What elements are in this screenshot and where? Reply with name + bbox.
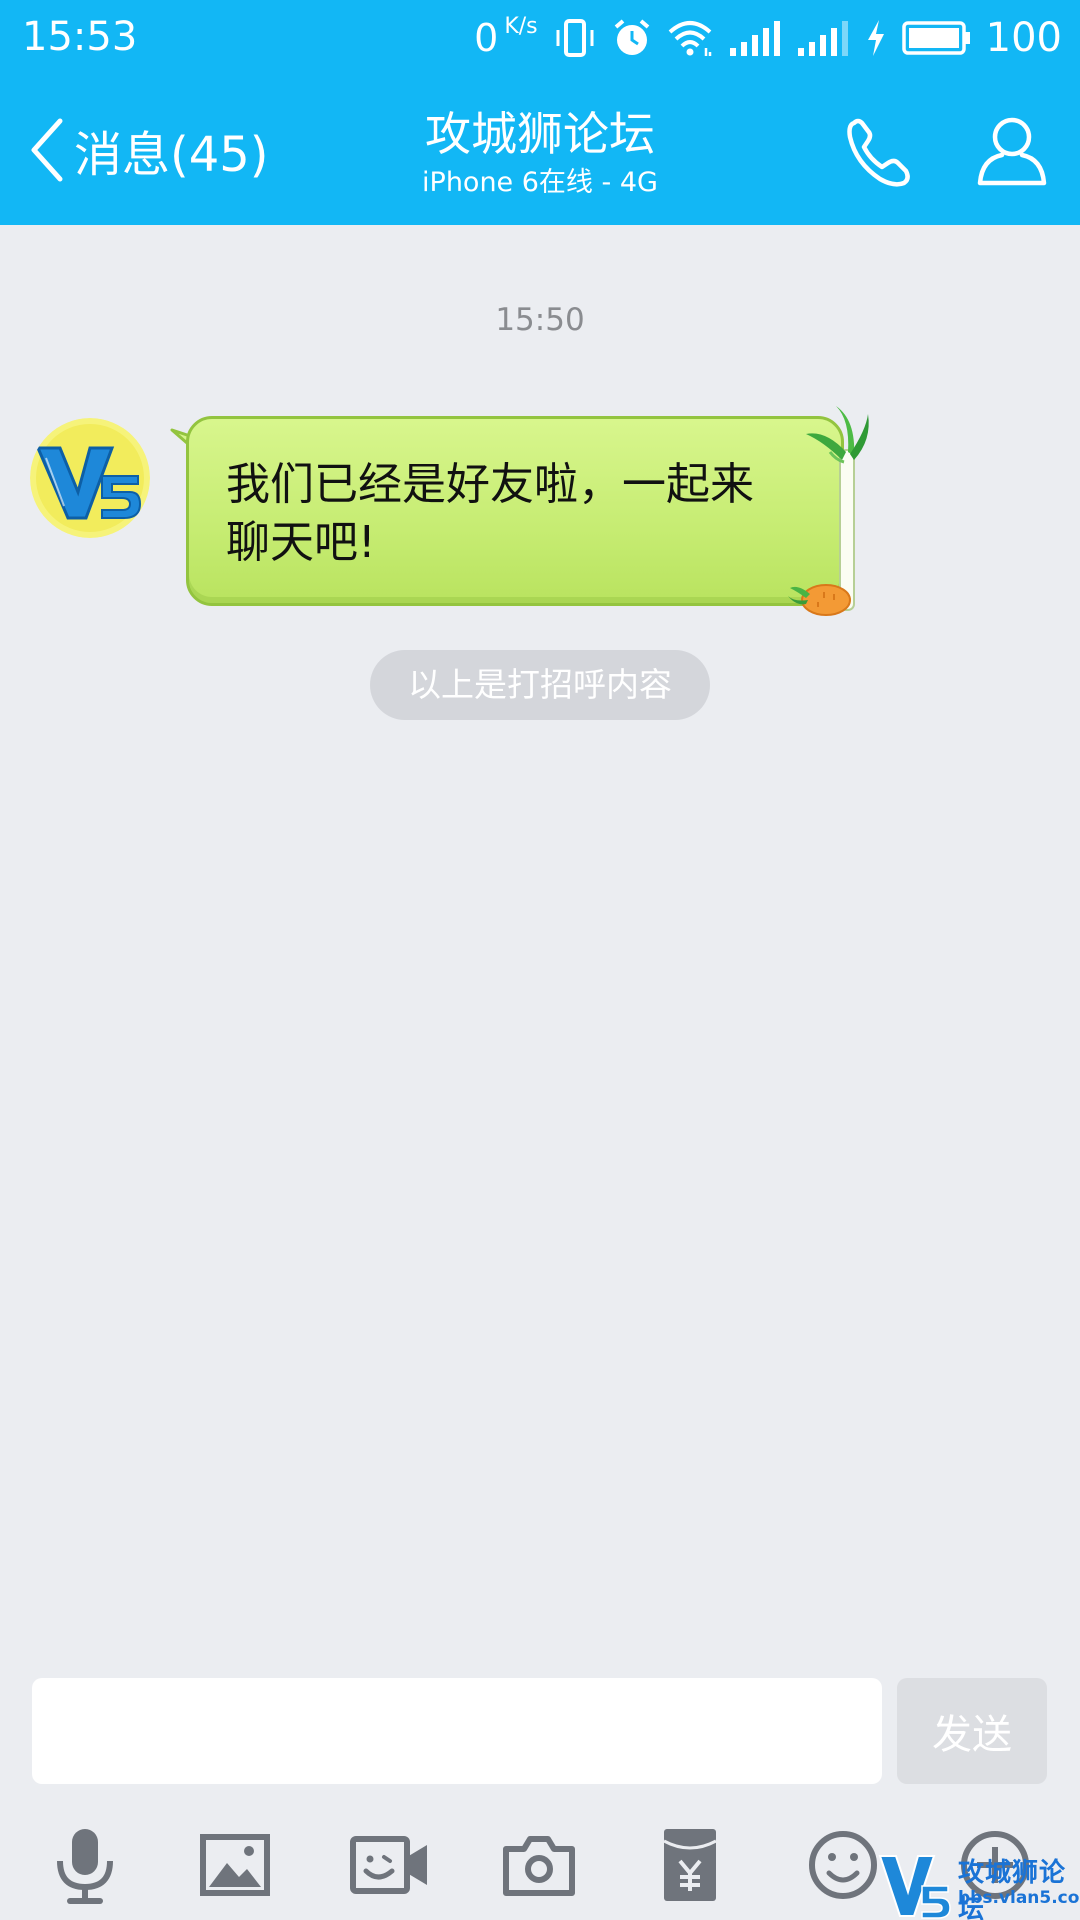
person-icon bbox=[977, 117, 1047, 186]
signal-1-icon bbox=[729, 20, 780, 56]
video-call-button[interactable] bbox=[345, 1820, 435, 1910]
video-call-icon bbox=[350, 1836, 427, 1894]
message-bubble[interactable]: 我们已经是好友啦，一起来聊天吧! bbox=[166, 400, 876, 620]
charging-icon bbox=[867, 19, 884, 56]
watermark-url: bbs.vlan5.com bbox=[958, 1888, 1080, 1908]
message-input[interactable] bbox=[32, 1678, 882, 1784]
v5-watermark-logo bbox=[878, 1855, 951, 1919]
red-packet-icon bbox=[663, 1829, 717, 1901]
vibrate-icon bbox=[556, 18, 594, 57]
emoji-icon bbox=[809, 1831, 877, 1899]
camera-icon bbox=[503, 1836, 575, 1896]
emoji-button[interactable] bbox=[798, 1820, 888, 1910]
phone-icon bbox=[847, 118, 910, 187]
network-speed: 0 K/s bbox=[474, 13, 538, 60]
carrot-decoration-icon bbox=[788, 584, 851, 616]
online-status: iPhone 6在线 - 4G bbox=[422, 167, 658, 198]
signal-2-icon bbox=[797, 20, 848, 56]
profile-button[interactable] bbox=[972, 111, 1052, 191]
status-indicators: 0 K/s 100 bbox=[474, 10, 1062, 65]
avatar[interactable] bbox=[30, 418, 150, 538]
battery-icon bbox=[901, 20, 970, 55]
message-timestamp: 15:50 bbox=[495, 302, 585, 338]
back-button[interactable]: 消息(45) bbox=[28, 115, 269, 185]
image-icon bbox=[200, 1834, 270, 1896]
red-packet-button[interactable] bbox=[645, 1820, 735, 1910]
battery-level: 100 bbox=[985, 14, 1062, 61]
voice-button[interactable] bbox=[40, 1820, 130, 1910]
network-speed-unit: K/s bbox=[504, 13, 538, 39]
chat-title-area[interactable]: 攻城狮论坛 iPhone 6在线 - 4G bbox=[340, 105, 740, 201]
microphone-icon bbox=[57, 1829, 113, 1904]
watermark-title: 攻城狮论坛 bbox=[958, 1858, 1067, 1920]
call-button[interactable] bbox=[840, 113, 920, 193]
message-text: 我们已经是好友啦，一起来聊天吧! bbox=[226, 459, 754, 568]
alarm-icon bbox=[614, 18, 649, 55]
status-bar: 15:53 0 K/s 100 bbox=[0, 0, 1080, 75]
forum-watermark: 攻城狮论坛 bbs.vlan5.com bbox=[878, 1846, 1080, 1920]
page-title: 攻城狮论坛 bbox=[425, 107, 655, 161]
wifi-icon bbox=[668, 20, 711, 56]
camera-button[interactable] bbox=[494, 1820, 584, 1910]
network-speed-value: 0 bbox=[474, 15, 499, 60]
image-button[interactable] bbox=[190, 1820, 280, 1910]
v5-avatar-logo bbox=[30, 418, 150, 538]
app-header: 15:53 0 K/s 100 消息(45) 攻城狮论坛 iPhone 6在线 … bbox=[0, 0, 1080, 225]
back-label: 消息(45) bbox=[74, 127, 269, 183]
greeting-notice: 以上是打招呼内容 bbox=[370, 650, 710, 720]
chevron-left-icon bbox=[31, 118, 63, 182]
nav-bar: 消息(45) 攻城狮论坛 iPhone 6在线 - 4G bbox=[0, 75, 1080, 225]
send-button[interactable]: 发送 bbox=[897, 1678, 1047, 1784]
status-time: 15:53 bbox=[22, 14, 138, 60]
